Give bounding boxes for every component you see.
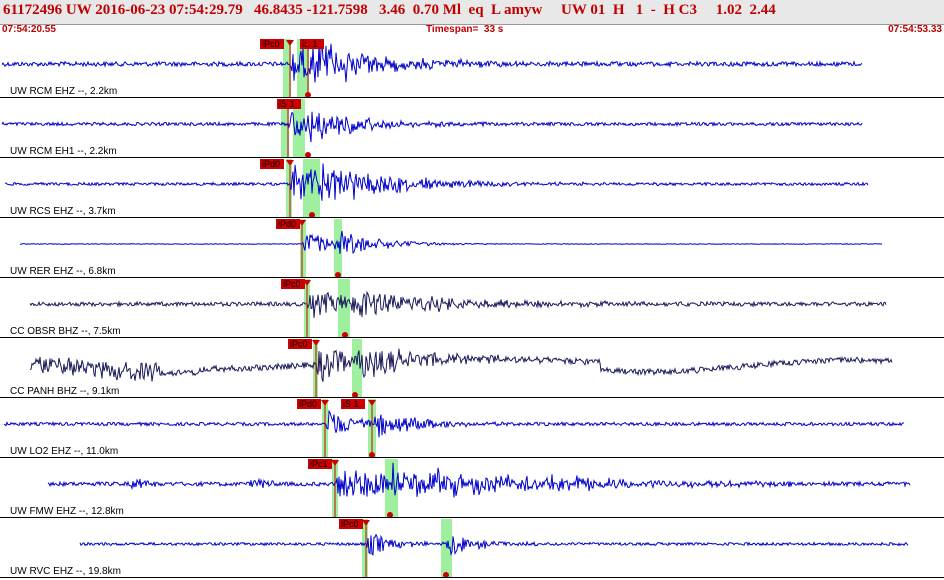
waveform (3, 409, 904, 438)
trace-row: iPd0 UW RCS EHZ --, 3.7km (0, 159, 944, 218)
trace-row: iPd0 UW RER EHZ --, 6.8km (0, 219, 944, 278)
pick-label: iPc1 (310, 459, 328, 469)
trace-row: iS 1UW RCM EH1 --, 2.2km (0, 99, 944, 158)
station-label: UW RER EHZ --, 6.8km (10, 266, 116, 277)
station-label: CC OBSR BHZ --, 7.5km (10, 326, 121, 337)
trace-row: iPc0 CC PANH BHZ --, 9.1km (0, 339, 944, 398)
phase-window (338, 279, 350, 337)
station-label: UW LO2 EHZ --, 11.0km (10, 446, 118, 457)
waveform (79, 533, 909, 556)
station-label: CC PANH BHZ --, 9.1km (10, 386, 119, 397)
trace-row: iPc0 CC OBSR BHZ --, 7.5km (0, 279, 944, 338)
waveform (29, 348, 893, 382)
pick-label: iS 1 (343, 399, 359, 409)
end-time-label: 07:54:53.33 (888, 24, 942, 35)
event-header: 61172496 UW 2016-06-23 07:54:29.79 46.84… (0, 0, 944, 25)
pick-label: iPc0 (262, 39, 280, 49)
pick-label: iPc0 (283, 279, 301, 289)
trace-row: iPd0 iS 1 UW LO2 EHZ --, 11.0km (0, 399, 944, 458)
station-label: UW RCM EH1 --, 2.2km (10, 146, 117, 157)
trace-row: iPc0 iS 1UW RCM EHZ --, 2.2km (0, 39, 944, 98)
pick-label: iPc0 (290, 339, 308, 349)
station-label: UW RVC EHZ --, 19.8km (10, 566, 121, 577)
station-label: UW RCM EHZ --, 2.2km (10, 86, 117, 97)
waveform (4, 163, 869, 201)
pick-label: iPd0 (262, 159, 280, 169)
waveform (1, 111, 863, 143)
event-summary: 61172496 UW 2016-06-23 07:54:29.79 46.84… (3, 2, 776, 18)
waveform (19, 230, 883, 254)
seismogram-panel[interactable]: iPc0 iS 1UW RCM EHZ --, 2.2kmiS 1UW RCM E… (0, 38, 944, 580)
station-label: UW RCS EHZ --, 3.7km (10, 206, 116, 217)
timespan-label: Timespan= 33 s (426, 24, 504, 35)
trace-row: iPc0 UW RVC EHZ --, 19.8km (0, 519, 944, 578)
start-time-label: 07:54:20.55 (2, 24, 56, 35)
waveform (29, 290, 887, 318)
station-label: UW FMW EHZ --, 12.8km (10, 506, 124, 517)
waveform (47, 462, 911, 498)
pick-label: iPc0 (341, 519, 359, 529)
pick-label: iPd0 (278, 219, 296, 229)
waveform (1, 41, 863, 83)
trace-row: iPc1 UW FMW EHZ --, 12.8km (0, 459, 944, 518)
pick-label: iPd0 (299, 399, 317, 409)
